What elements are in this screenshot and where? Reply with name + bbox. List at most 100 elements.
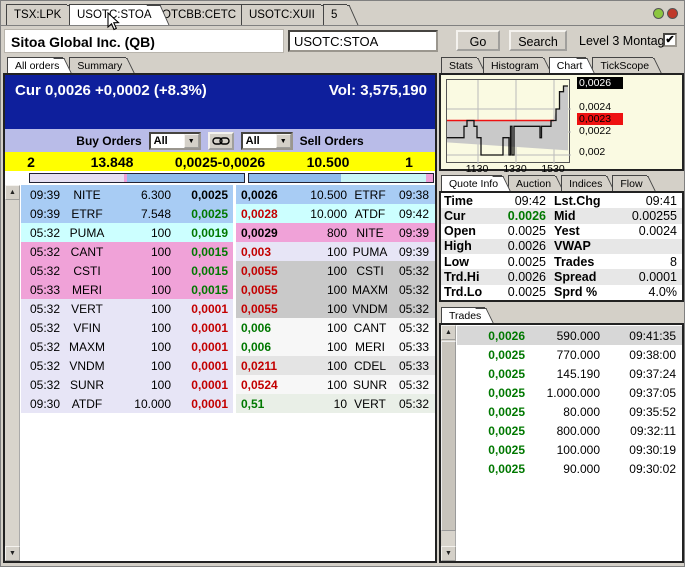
book-row[interactable]: 09:39 ETRF 7.548 0,0025 0,0028 10.000 ATDF 09:… bbox=[21, 204, 435, 223]
book-row[interactable]: 05:32 SUNR 100 0,0001 0,0524 100 SUNR 05:32 bbox=[21, 375, 435, 394]
tab-indices[interactable]: Indices bbox=[561, 175, 607, 191]
book-row[interactable]: 05:32 MAXM 100 0,0001 0,006 100 MERI 05:33 bbox=[21, 337, 435, 356]
x-tick: 1530 bbox=[541, 163, 565, 175]
tab-quote-info[interactable]: Quote Info bbox=[441, 175, 503, 191]
quote-row: Open 0.0025 Yest 0.0024 bbox=[444, 224, 677, 239]
book-row[interactable]: 05:32 VERT 100 0,0001 0,0055 100 VNDM 05:32 bbox=[21, 299, 435, 318]
workspace-tabbar: TSX:LPK USOTC:STOA OTCBB:CETC USOTC:XUII… bbox=[1, 1, 685, 26]
chevron-down-icon[interactable]: ▼ bbox=[275, 133, 291, 148]
x-tick: 1330 bbox=[503, 163, 527, 175]
trade-row[interactable]: 0,0026 590.000 09:41:35 bbox=[457, 326, 682, 345]
intraday-chart: 0,0026 0,0024 0,0023 0,0022 0,002 1130 1… bbox=[439, 73, 684, 175]
trade-row[interactable]: 0,0025 80.000 09:35:52 bbox=[457, 402, 682, 421]
tab-histogram[interactable]: Histogram bbox=[482, 57, 543, 73]
quote-row: Time 09:42 Lst.Chg 09:41 bbox=[444, 193, 677, 208]
quote-info-panel: Time 09:42 Lst.Chg 09:41 Cur 0.0026 Mid 0.0025… bbox=[439, 191, 684, 302]
tab-auction[interactable]: Auction bbox=[508, 175, 556, 191]
bid-size: 13.848 bbox=[90, 153, 134, 170]
scroll-down-icon[interactable]: ▼ bbox=[441, 546, 456, 561]
book-scrollbar[interactable]: ▲ ▼ bbox=[5, 185, 20, 561]
symbol-input[interactable]: USOTC:STOA bbox=[288, 30, 438, 52]
x-tick: 1130 bbox=[465, 163, 489, 175]
y-tick: 0,0024 bbox=[579, 101, 612, 113]
status-green-icon bbox=[653, 8, 664, 19]
book-row[interactable]: 05:33 MERI 100 0,0015 0,0055 100 MAXM 05:32 bbox=[21, 280, 435, 299]
level2-montage-window: { "window_tabs": [ { "label": "TSX:LPK",… bbox=[0, 0, 685, 567]
status-red-icon bbox=[667, 8, 678, 19]
mouse-cursor-icon bbox=[107, 12, 120, 31]
workspace-tab-tsx-lpk[interactable]: TSX:LPK bbox=[6, 4, 68, 25]
tab-tickscope[interactable]: TickScope bbox=[592, 57, 654, 73]
depth-segment bbox=[30, 174, 125, 182]
trade-row[interactable]: 0,0025 145.190 09:37:24 bbox=[457, 364, 682, 383]
trade-row[interactable]: 0,0025 800.000 09:32:11 bbox=[457, 421, 682, 440]
tab-stats[interactable]: Stats bbox=[441, 57, 477, 73]
book-row[interactable]: 05:32 VNDM 100 0,0001 0,0211 100 CDEL 05:33 bbox=[21, 356, 435, 375]
tab-summary[interactable]: Summary bbox=[69, 57, 127, 73]
chain-link-icon bbox=[211, 136, 230, 145]
trade-row[interactable]: 0,0025 1.000.000 09:37:05 bbox=[457, 383, 682, 402]
price-chart-svg bbox=[447, 80, 571, 164]
tab-flow[interactable]: Flow bbox=[612, 175, 647, 191]
tab-chart[interactable]: Chart bbox=[548, 57, 587, 73]
trades-tab-row: Trades bbox=[441, 307, 486, 323]
sell-orders-label: Sell Orders bbox=[299, 133, 364, 148]
link-filters-button[interactable] bbox=[207, 131, 234, 150]
scroll-up-icon[interactable]: ▲ bbox=[5, 185, 20, 200]
level3-montage-label: Level 3 Montage bbox=[579, 34, 672, 48]
book-row[interactable]: 05:32 VFIN 100 0,0001 0,006 100 CANT 05:32 bbox=[21, 318, 435, 337]
tab-all-orders[interactable]: All orders bbox=[7, 57, 64, 73]
trade-row[interactable]: 0,0025 770.000 09:38:00 bbox=[457, 345, 682, 364]
buy-filter-dropdown[interactable]: All ▼ bbox=[148, 131, 201, 150]
depth-segment bbox=[341, 174, 426, 182]
bid-ask-spread: 0,0025-0,0026 bbox=[174, 153, 266, 170]
depth-segment bbox=[249, 174, 341, 182]
quote-row: High 0.0026 VWAP bbox=[441, 238, 682, 255]
quote-row: Low 0.0025 Trades 8 bbox=[444, 254, 677, 269]
search-button[interactable]: Search bbox=[509, 30, 567, 51]
trades-scrollbar[interactable]: ▲ ▼ bbox=[441, 325, 456, 561]
bid-depth-bar bbox=[29, 173, 245, 183]
scrollbar-thumb[interactable] bbox=[441, 341, 456, 531]
bbo-row: 2 13.848 0,0025-0,0026 10.500 1 bbox=[5, 152, 435, 171]
montage-tabs: All orders Summary bbox=[7, 57, 127, 73]
quote-row: Trd.Lo 0.0025 Sprd % 4.0% bbox=[444, 285, 677, 300]
go-button[interactable]: Go bbox=[456, 30, 500, 51]
book-row[interactable]: 05:32 CANT 100 0,0015 0,003 100 PUMA 09:39 bbox=[21, 242, 435, 261]
trade-row[interactable]: 0,0025 100.000 09:30:19 bbox=[457, 440, 682, 459]
current-price-line: Cur 0,0026 +0,0002 (+8.3%) bbox=[15, 82, 207, 99]
ask-depth-bar bbox=[248, 173, 434, 183]
chart-y-axis: 0,0026 0,0024 0,0023 0,0022 0,002 bbox=[574, 75, 626, 173]
chart-tabs: Stats Histogram Chart TickScope bbox=[441, 57, 654, 73]
book-row[interactable]: 09:39 NITE 6.300 0,0025 0,0026 10.500 ETRF 09:… bbox=[21, 185, 435, 204]
y-tick: 0,0022 bbox=[579, 125, 612, 137]
chart-plot-area bbox=[446, 79, 571, 164]
depth-segment bbox=[425, 174, 433, 182]
company-name: Sitoa Global Inc. (QB) bbox=[4, 29, 284, 53]
depth-segment bbox=[127, 174, 244, 182]
order-filter-row: Buy Orders All ▼ All ▼ Sell Orders bbox=[5, 129, 435, 152]
bid-count: 2 bbox=[27, 153, 35, 170]
y-tick: 0,0023 bbox=[577, 113, 623, 125]
workspace-tab-usotc-xuii[interactable]: USOTC:XUII bbox=[241, 4, 321, 25]
buy-orders-label: Buy Orders bbox=[76, 133, 142, 148]
trades-panel: ▲ ▼ 0,0026 590.000 09:41:35 0,0025 770.000 0… bbox=[439, 323, 684, 563]
chevron-down-icon[interactable]: ▼ bbox=[183, 133, 199, 148]
trade-row[interactable]: 0,0025 90.000 09:30:02 bbox=[457, 459, 682, 478]
quote-tabs: Quote Info Auction Indices Flow bbox=[441, 175, 647, 191]
volume-line: Vol: 3,575,190 bbox=[328, 82, 427, 99]
scroll-down-icon[interactable]: ▼ bbox=[5, 546, 20, 561]
book-row[interactable]: 05:32 PUMA 100 0,0019 0,0029 800 NITE 09:39 bbox=[21, 223, 435, 242]
book-rows: 09:39 NITE 6.300 0,0025 0,0026 10.500 ETRF 09:… bbox=[21, 185, 435, 413]
level3-montage-checkbox[interactable]: ✔ bbox=[663, 33, 677, 47]
montage-header: Cur 0,0026 +0,0002 (+8.3%) Vol: 3,575,19… bbox=[5, 75, 435, 129]
scroll-up-icon[interactable]: ▲ bbox=[441, 325, 456, 340]
book-row[interactable]: 05:32 CSTI 100 0,0015 0,0055 100 CSTI 05:32 bbox=[21, 261, 435, 280]
book-row[interactable]: 09:30 ATDF 10.000 0,0001 0,51 10 VERT 05:32 bbox=[21, 394, 435, 413]
workspace-tab-5[interactable]: 5 bbox=[323, 4, 347, 25]
sell-filter-dropdown[interactable]: All ▼ bbox=[240, 131, 293, 150]
ask-count: 1 bbox=[405, 153, 413, 170]
tab-trades[interactable]: Trades bbox=[441, 307, 486, 323]
quote-row: Cur 0.0026 Mid 0.00255 bbox=[441, 208, 682, 224]
ask-size: 10.500 bbox=[306, 153, 350, 170]
